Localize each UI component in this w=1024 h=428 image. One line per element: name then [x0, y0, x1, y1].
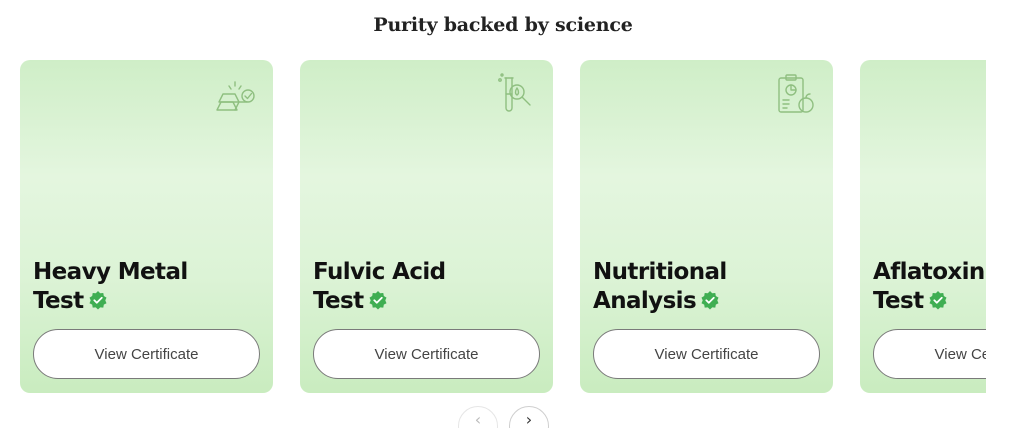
section-title: Purity backed by science	[373, 14, 633, 36]
test-tube-magnifier-icon	[493, 72, 539, 118]
certificates-section: Purity backed by science Heavy Metal Tes…	[0, 0, 1024, 428]
card-title-line: Test	[33, 287, 263, 316]
verified-badge-icon	[928, 290, 948, 310]
card-title-line: Test	[313, 287, 543, 316]
view-certificate-button[interactable]: View Certificate	[33, 329, 260, 379]
chevron-right-icon: ›	[525, 409, 533, 428]
card-title-line: Analysis	[593, 287, 823, 316]
card-title-text: Analysis	[593, 288, 697, 314]
view-certificate-button[interactable]: View Certificate	[873, 329, 986, 379]
verified-badge-icon	[368, 290, 388, 310]
certificate-card-heavy-metal: Heavy Metal Test View Certificate	[20, 60, 273, 393]
certificate-card-nutritional-analysis: Nutritional Analysis View Certificate	[580, 60, 833, 393]
card-title-line: Nutritional	[593, 259, 727, 285]
card-title: Fulvic Acid Test	[313, 258, 543, 316]
certificates-carousel[interactable]: Heavy Metal Test View Certificate Fulvic…	[20, 60, 986, 394]
card-title: Heavy Metal Test	[33, 258, 263, 316]
carousel-prev-button[interactable]: ‹	[458, 406, 498, 428]
view-certificate-button[interactable]: View Certificate	[593, 329, 820, 379]
card-title-line: Aflatoxin	[873, 259, 985, 285]
card-title: Nutritional Analysis	[593, 258, 823, 316]
carousel-next-button[interactable]: ›	[509, 406, 549, 428]
card-title-line: Test	[873, 287, 986, 316]
card-title-text: Test	[873, 288, 924, 314]
gold-bars-check-icon	[213, 72, 259, 118]
card-title: Aflatoxin Test	[873, 258, 986, 316]
view-certificate-button[interactable]: View Certificate	[313, 329, 540, 379]
certificate-card-fulvic-acid: Fulvic Acid Test View Certificate	[300, 60, 553, 393]
verified-badge-icon	[700, 290, 720, 310]
certificate-card-aflatoxin: Aflatoxin Test View Certificate	[860, 60, 986, 393]
nutrition-report-icon	[773, 72, 819, 118]
card-title-line: Fulvic Acid	[313, 259, 446, 285]
card-title-text: Test	[313, 288, 364, 314]
verified-badge-icon	[88, 290, 108, 310]
chevron-left-icon: ‹	[474, 409, 482, 428]
card-title-text: Test	[33, 288, 84, 314]
card-title-line: Heavy Metal	[33, 259, 188, 285]
